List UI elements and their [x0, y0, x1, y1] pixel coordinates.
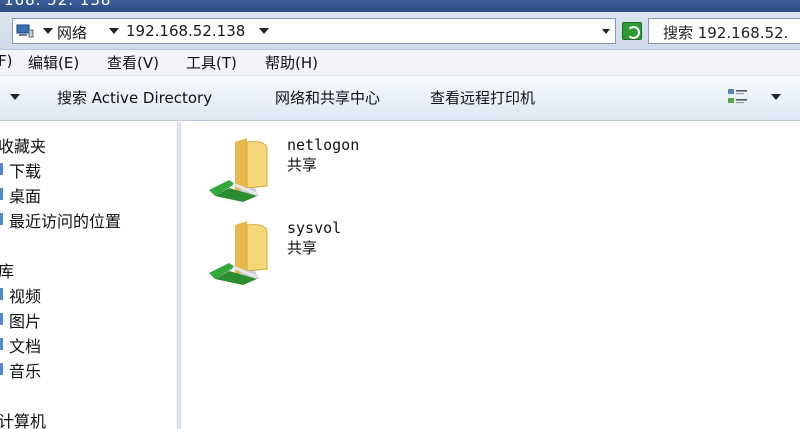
- search-placeholder: 搜索 192.168.52.: [663, 24, 789, 42]
- title-bar: 168. 52. 138: [0, 0, 800, 12]
- view-printers-button[interactable]: 查看远程打印机: [430, 87, 535, 108]
- share-type: 共享: [287, 239, 318, 257]
- nav-libraries[interactable]: 库: [0, 258, 14, 282]
- network-computer-icon: [16, 24, 34, 38]
- share-name: sysvol: [287, 219, 342, 237]
- shared-folder-icon: [209, 221, 268, 285]
- share-item-sysvol[interactable]: sysvol 共享: [207, 219, 447, 289]
- view-options-icon[interactable]: [727, 86, 749, 108]
- address-row: 网络 192.168.52.138 搜索 192.168.52.: [0, 12, 800, 50]
- menu-file[interactable]: F): [0, 52, 12, 70]
- file-list: netlogon 共享 sysvol 共享: [181, 122, 800, 429]
- recent-places-icon: [0, 213, 3, 225]
- nav-documents[interactable]: 文档: [9, 333, 41, 357]
- share-item-netlogon[interactable]: netlogon 共享: [207, 136, 447, 206]
- menu-tools[interactable]: 工具(T): [186, 52, 237, 73]
- nav-favorites[interactable]: 收藏夹: [0, 133, 46, 157]
- address-dropdown-icon[interactable]: [602, 29, 610, 34]
- nav-music[interactable]: 音乐: [9, 358, 41, 382]
- menu-bar: F) 编辑(E) 查看(V) 工具(T) 帮助(H): [0, 50, 800, 76]
- shared-folder-icon: [209, 138, 268, 202]
- breadcrumb-host[interactable]: 192.168.52.138: [126, 22, 245, 40]
- menu-help[interactable]: 帮助(H): [265, 52, 318, 73]
- desktop-icon: [0, 188, 3, 200]
- download-icon: [0, 163, 3, 175]
- window-title: 168. 52. 138: [4, 0, 112, 9]
- network-center-button[interactable]: 网络和共享中心: [275, 87, 380, 108]
- address-bar[interactable]: 网络 192.168.52.138: [12, 18, 616, 44]
- video-icon: [0, 288, 3, 300]
- organize-chevron-icon[interactable]: [10, 94, 20, 100]
- music-icon: [0, 363, 3, 375]
- menu-edit[interactable]: 编辑(E): [28, 52, 79, 73]
- share-type: 共享: [287, 156, 318, 174]
- nav-computer[interactable]: 计算机: [0, 408, 46, 429]
- document-icon: [0, 338, 3, 350]
- view-options-chevron-icon[interactable]: [771, 94, 781, 100]
- breadcrumb-network[interactable]: 网络: [57, 22, 87, 43]
- picture-icon: [0, 313, 3, 325]
- nav-desktop[interactable]: 桌面: [9, 183, 41, 207]
- search-ad-button[interactable]: 搜索 Active Directory: [57, 87, 212, 108]
- breadcrumb-chevron-icon[interactable]: [43, 28, 53, 34]
- search-input[interactable]: 搜索 192.168.52.: [648, 18, 800, 44]
- share-name: netlogon: [287, 136, 360, 154]
- nav-downloads[interactable]: 下载: [9, 158, 41, 182]
- breadcrumb-chevron-icon[interactable]: [109, 28, 119, 34]
- menu-view[interactable]: 查看(V): [107, 52, 159, 73]
- command-bar: 搜索 Active Directory 网络和共享中心 查看远程打印机: [0, 76, 800, 121]
- nav-recent[interactable]: 最近访问的位置: [9, 208, 121, 232]
- nav-pictures[interactable]: 图片: [9, 308, 41, 332]
- navigation-pane: 收藏夹 下载 桌面 最近访问的位置 库 视频 图片 文档 音乐 计算机: [0, 122, 177, 429]
- breadcrumb-chevron-icon[interactable]: [259, 28, 269, 34]
- refresh-button[interactable]: [622, 22, 642, 40]
- nav-videos[interactable]: 视频: [9, 283, 41, 307]
